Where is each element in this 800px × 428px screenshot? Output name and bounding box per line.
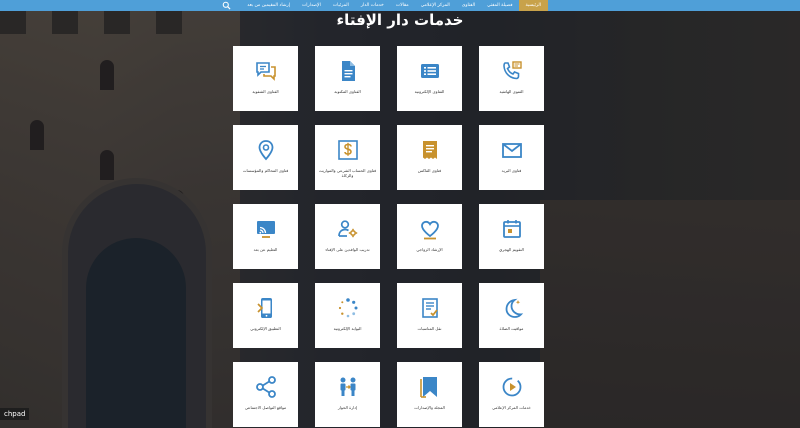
service-label: تدريب الوافدين على الإفتاء [325,247,370,252]
play-icon [502,377,521,397]
calendar-icon [502,220,521,238]
heart-icon [420,220,439,240]
loading-icon [338,298,357,318]
service-card-written-fatwa[interactable]: الفتاوى المكتوبة [315,46,380,111]
service-label: التعليم عن بعد [253,247,278,252]
top-nav-bar: الرئيسية فضيلة المفتي الفتاوى المركز الإ… [0,0,800,11]
nav-item-remote-guidance[interactable]: إرشاد المقيمين من بعد [241,0,296,11]
nav-item-publications[interactable]: الإصدارات [296,0,327,11]
document-icon [341,61,355,81]
nav-item-home[interactable]: الرئيسية [518,0,548,11]
service-label: المجلة والإصدارات [414,405,445,410]
service-label: خدمات المركز الإعلامي [492,405,531,410]
service-label: الفتاوى الشفوية [252,89,279,94]
service-card-phone-fatwa[interactable]: الفتوى الهاتفية [479,46,544,111]
people-icon [340,377,355,396]
service-card-prayer-times[interactable]: مواقيت الصلاة [479,283,544,348]
service-label: فتاوى المحاكم والمؤسسات [242,168,289,173]
list-icon [420,64,439,78]
moon-icon [505,298,523,318]
mail-icon [501,143,522,158]
page-title: خدمات دار الإفتاء [336,11,464,29]
nav-item-fatwas[interactable]: الفتاوى [456,0,481,11]
service-label: فتاوى الفاكس [417,168,442,173]
service-card-inheritance-fatwa[interactable]: فتاوى الحساب الشرعي والمواريث والزكاة [315,125,380,190]
nav-item-mufti[interactable]: فضيلة المفتي [481,0,518,11]
share-icon [255,376,276,398]
service-card-mobile-app[interactable]: التطبيق الإلكتروني [233,283,298,348]
mobile-icon [256,298,272,318]
service-card-social-media[interactable]: مواقع التواصل الاجتماعي [233,362,298,427]
service-label: التقويم الهجري [499,247,524,252]
service-label: مواقيت الصلاة [499,326,524,331]
service-label: الفتاوى المكتوبة [334,89,361,94]
location-icon [258,140,273,161]
service-card-events-coverage[interactable]: نقل المناسبات [397,283,462,348]
service-card-electronic-fatwa[interactable]: الفتاوى الإلكترونية [397,46,462,111]
service-label: إدارة الحوار [337,405,358,410]
nav-item-services[interactable]: خدمات الدار [355,0,390,11]
service-label: التطبيق الإلكتروني [250,326,281,331]
phone-icon [502,61,522,80]
service-card-media-center[interactable]: خدمات المركز الإعلامي [479,362,544,427]
service-label: مواقع التواصل الاجتماعي [244,405,287,410]
service-label: البوابة الإلكترونية [333,326,362,331]
nav-item-articles[interactable]: مقالات [390,0,415,11]
service-card-oral-fatwa[interactable]: الفتاوى الشفوية [233,46,298,111]
nav-item-videos[interactable]: المرئيات [327,0,355,11]
service-card-web-portal[interactable]: البوابة الإلكترونية [315,283,380,348]
user-gear-icon [337,220,357,238]
service-card-dialogue-management[interactable]: إدارة الحوار [315,362,380,427]
service-label: الفتاوى الإلكترونية [414,89,445,94]
service-card-fax-fatwa[interactable]: فتاوى الفاكس [397,125,462,190]
fax-icon [422,141,437,159]
service-card-marriage-guidance[interactable]: الإرشاد الزواجي [397,204,462,269]
services-grid: الفتوى الهاتفية الفتاوى الإلكترونية الفت… [230,46,544,427]
bookmark-icon [419,377,437,398]
dollar-icon [337,140,358,160]
trackpad-overlay-label: chpad [0,408,30,420]
service-label: الفتوى الهاتفية [499,89,524,94]
service-label: فتاوى البريد [501,168,522,173]
service-card-magazine[interactable]: المجلة والإصدارات [397,362,462,427]
nav-menu: الرئيسية فضيلة المفتي الفتاوى المركز الإ… [241,0,548,11]
service-card-trainee-training[interactable]: تدريب الوافدين على الإفتاء [315,204,380,269]
service-card-courts-fatwa[interactable]: فتاوى المحاكم والمؤسسات [233,125,298,190]
service-label: فتاوى الحساب الشرعي والمواريث والزكاة [318,168,377,178]
search-icon[interactable] [222,1,231,10]
service-card-hijri-calendar[interactable]: التقويم الهجري [479,204,544,269]
nav-item-media-center[interactable]: المركز الإعلامي [415,0,456,11]
cast-icon [256,221,275,238]
service-label: نقل المناسبات [417,326,442,331]
service-label: الإرشاد الزواجي [416,247,443,252]
chat-icon [255,62,276,81]
checklist-icon [421,298,438,318]
service-card-distance-learning[interactable]: التعليم عن بعد [233,204,298,269]
service-card-mail-fatwa[interactable]: فتاوى البريد [479,125,544,190]
